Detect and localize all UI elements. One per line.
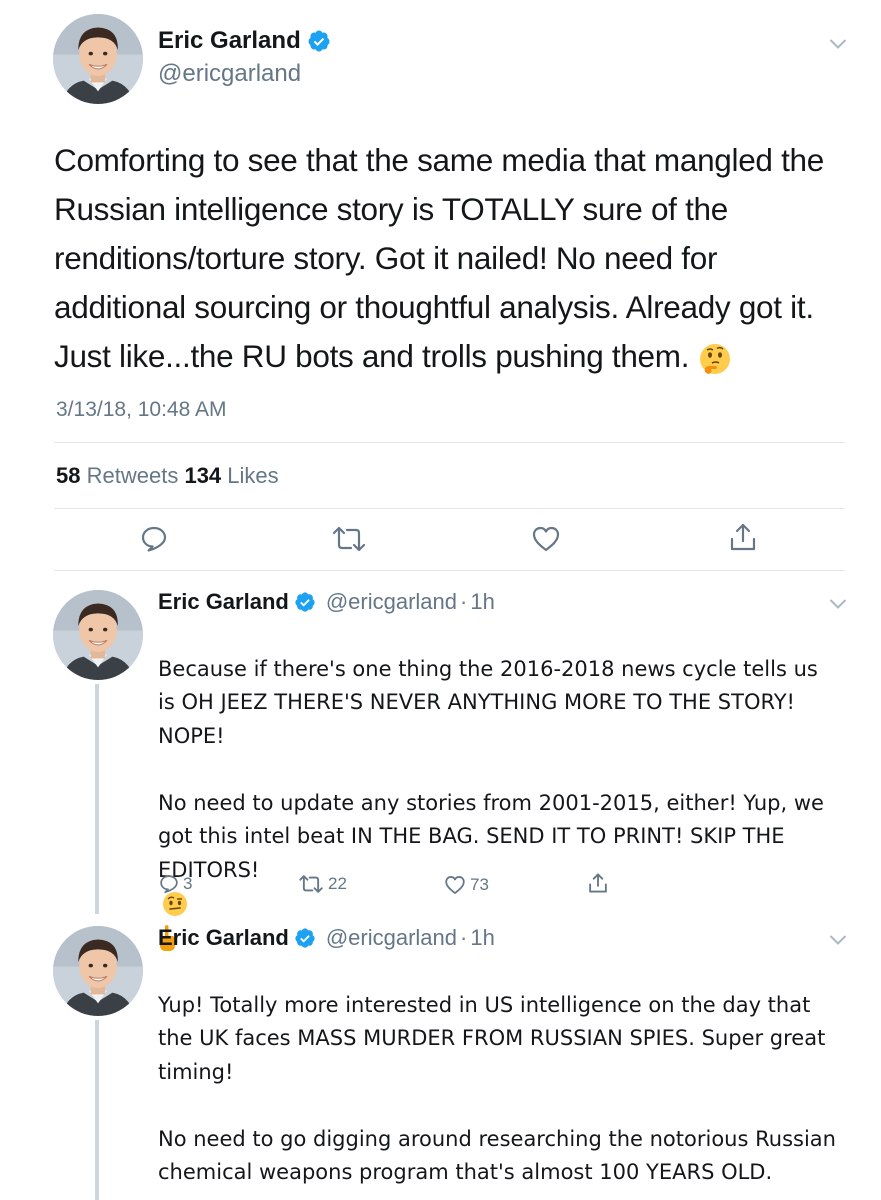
reply-body: Because if there's one thing the 2016-20…	[158, 656, 824, 882]
author-name[interactable]: Eric Garland	[158, 589, 289, 615]
reply-body: Yup! Totally more interested in US intel…	[158, 992, 836, 1185]
share-icon	[589, 873, 607, 893]
heart-icon[interactable]	[531, 524, 561, 554]
verified-badge-icon	[294, 591, 316, 613]
like-count: 73	[470, 875, 489, 894]
reply-text: Yup! Totally more interested in US intel…	[158, 955, 838, 1190]
tweet-stats: 58 Retweets 134 Likes	[56, 463, 279, 489]
retweet-button[interactable]: 22	[298, 874, 347, 894]
tweet-age[interactable]: 1h	[470, 589, 494, 615]
author-handle[interactable]: @ericgarland	[326, 589, 457, 615]
divider	[54, 570, 845, 571]
chevron-down-icon[interactable]	[829, 598, 847, 610]
thread-connector	[95, 1020, 99, 1200]
retweets-count[interactable]: 58	[56, 463, 80, 488]
thread-connector	[95, 684, 99, 914]
verified-badge-icon	[294, 927, 316, 949]
author-handle[interactable]: @ericgarland	[326, 925, 457, 951]
separator: ·	[460, 589, 468, 614]
retweet-icon	[299, 875, 323, 893]
heart-icon	[445, 876, 465, 894]
share-icon[interactable]	[729, 522, 757, 552]
likes-count[interactable]: 134	[184, 463, 221, 488]
author-handle[interactable]: @ericgarland	[158, 60, 301, 88]
face-with-raised-eyebrow-icon	[163, 892, 187, 916]
reply-text: Because if there's one thing the 2016-20…	[158, 619, 838, 954]
separator: ·	[460, 925, 468, 950]
main-tweet-avatar[interactable]	[53, 14, 143, 104]
main-tweet-author[interactable]: Eric Garland	[158, 27, 331, 55]
reply-icon[interactable]	[140, 525, 168, 553]
reply-avatar[interactable]	[53, 590, 143, 680]
divider	[54, 442, 845, 443]
tweet-body: Comforting to see that the same media th…	[54, 142, 824, 374]
reply-button[interactable]: 3	[159, 874, 192, 894]
reply-count: 3	[183, 874, 193, 893]
reply-icon	[160, 875, 178, 894]
tweet-timestamp[interactable]: 3/13/18, 10:48 AM	[56, 398, 226, 422]
retweets-label[interactable]: Retweets	[87, 463, 179, 488]
retweet-count: 22	[328, 874, 347, 893]
chevron-down-icon[interactable]	[829, 934, 847, 946]
thinking-face-icon	[699, 343, 730, 374]
author-name[interactable]: Eric Garland	[158, 925, 289, 951]
main-tweet-text: Comforting to see that the same media th…	[54, 136, 854, 381]
share-button[interactable]	[588, 872, 612, 894]
divider	[54, 508, 845, 509]
reply-header: Eric Garland @ericgarland · 1h	[158, 589, 495, 615]
reply-avatar[interactable]	[53, 926, 143, 1016]
likes-label[interactable]: Likes	[227, 463, 278, 488]
like-button[interactable]: 73	[444, 874, 489, 896]
verified-badge-icon	[307, 29, 331, 53]
tweet-age[interactable]: 1h	[470, 925, 494, 951]
author-name[interactable]: Eric Garland	[158, 27, 301, 55]
reply-header: Eric Garland @ericgarland · 1h	[158, 925, 495, 951]
chevron-down-icon[interactable]	[829, 38, 847, 50]
retweet-icon[interactable]	[331, 525, 367, 553]
